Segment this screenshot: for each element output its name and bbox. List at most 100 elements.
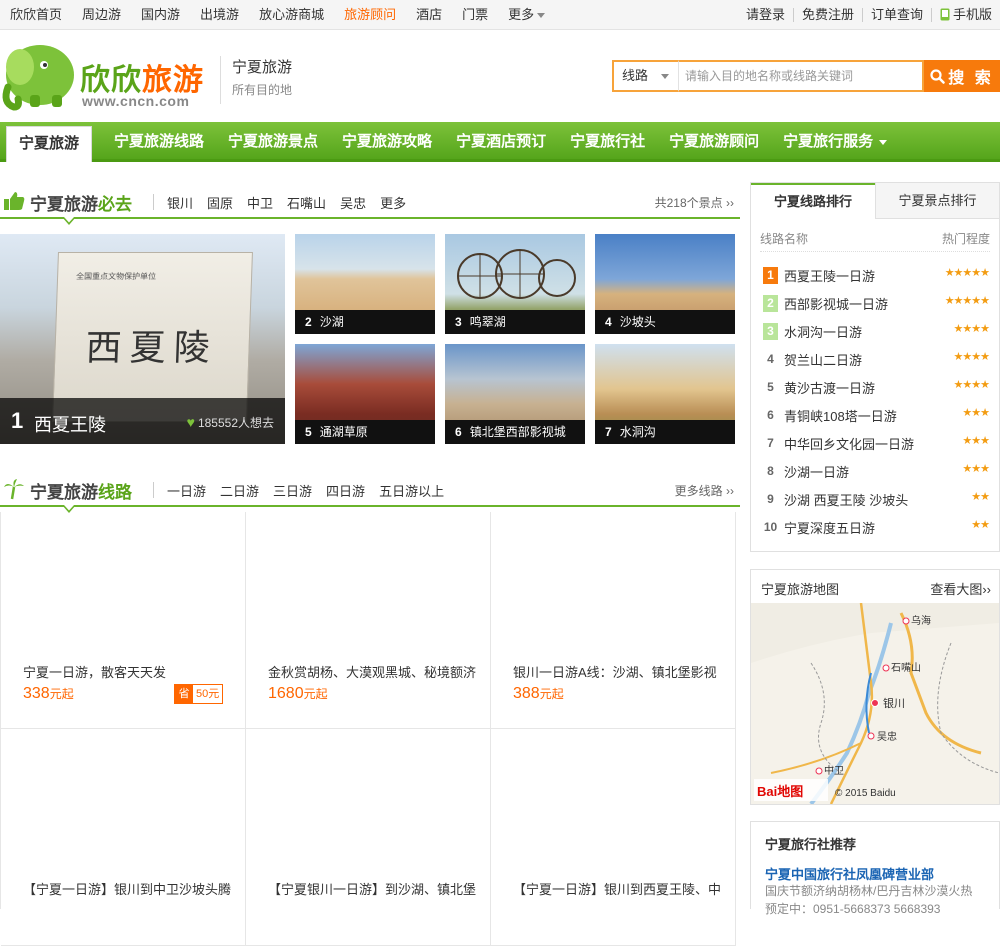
login-link[interactable]: 请登录 bbox=[738, 8, 793, 22]
rank-name[interactable]: 青铜峡108塔一日游 bbox=[784, 406, 897, 425]
search-input[interactable]: 请输入目的地名称或线路关键词 bbox=[678, 60, 924, 92]
ranking-row[interactable]: 8 沙湖一日游 ★★★ bbox=[761, 457, 990, 485]
rank-number: 6 bbox=[767, 408, 774, 422]
ranking-row[interactable]: 10 宁夏深度五日游 ★★ bbox=[761, 513, 990, 541]
nav-attractions[interactable]: 宁夏旅游景点 bbox=[216, 122, 330, 162]
route-card[interactable]: 【宁夏一日游】银川到中卫沙坡头腾 bbox=[1, 729, 246, 946]
must-see-title: 宁夏旅游必去 bbox=[30, 190, 132, 215]
city-switch[interactable]: 宁夏旅游 所有目的地 bbox=[220, 56, 292, 104]
top-link-domestic[interactable]: 国内游 bbox=[131, 0, 190, 30]
attraction-card[interactable]: 2 沙湖 bbox=[295, 234, 435, 334]
rank-name[interactable]: 沙湖一日游 bbox=[784, 462, 849, 481]
route-title[interactable]: 宁夏一日游，散客天天发 bbox=[23, 662, 238, 681]
route-title[interactable]: 【宁夏一日游】银川到中卫沙坡头腾 bbox=[23, 879, 238, 898]
attraction-caption: 5 通湖草原 bbox=[295, 420, 435, 444]
rank-name[interactable]: 贺兰山二日游 bbox=[784, 350, 862, 369]
site-logo[interactable]: 欣欣旅游 www.cncn.com bbox=[0, 37, 215, 111]
nav-advisors[interactable]: 宁夏旅游顾问 bbox=[657, 122, 771, 162]
agency-name-link[interactable]: 宁夏中国旅行社凤凰碑营业部 bbox=[765, 864, 934, 883]
route-card[interactable]: 银川一日游A线：沙湖、镇北堡影视 388元起 bbox=[491, 512, 736, 729]
attraction-card[interactable]: 4 沙坡头 bbox=[595, 234, 735, 334]
route-card[interactable]: 宁夏一日游，散客天天发 338元起 省 50元 bbox=[1, 512, 246, 729]
route-price-value: 1680 bbox=[268, 685, 304, 702]
rank-name[interactable]: 宁夏深度五日游 bbox=[784, 518, 875, 537]
tab-attraction-ranking[interactable]: 宁夏景点排行 bbox=[875, 183, 999, 219]
tab-one-day[interactable]: 一日游 bbox=[160, 481, 213, 500]
top-link-advisor[interactable]: 旅游顾问 bbox=[334, 0, 406, 30]
attractions-count-link[interactable]: 共218个景点 ›› bbox=[655, 194, 734, 211]
mobile-link[interactable]: 手机版 bbox=[930, 8, 1000, 22]
top-link-nearby[interactable]: 周边游 bbox=[72, 0, 131, 30]
tab-route-ranking[interactable]: 宁夏线路排行 bbox=[751, 183, 875, 219]
order-query-link[interactable]: 订单查询 bbox=[861, 8, 931, 22]
rank-name[interactable]: 西夏王陵一日游 bbox=[784, 266, 875, 285]
tab-three-day[interactable]: 三日游 bbox=[266, 481, 319, 500]
routes-title-b: 线路 bbox=[98, 483, 132, 502]
rank-name[interactable]: 水洞沟一日游 bbox=[784, 322, 862, 341]
route-card[interactable]: 【宁夏一日游】银川到西夏王陵、中 bbox=[491, 729, 736, 946]
top-link-mall[interactable]: 放心游商城 bbox=[249, 0, 334, 30]
nav-hotels[interactable]: 宁夏酒店预订 bbox=[444, 122, 558, 162]
tab-yinchuan[interactable]: 银川 bbox=[160, 193, 200, 212]
ranking-row[interactable]: 9 沙湖 西夏王陵 沙坡头 ★★ bbox=[761, 485, 990, 513]
nav-guides[interactable]: 宁夏旅游攻略 bbox=[330, 122, 444, 162]
top-link-more[interactable]: 更多 bbox=[498, 0, 555, 30]
tab-five-day-plus[interactable]: 五日游以上 bbox=[372, 481, 451, 500]
top-link-outbound[interactable]: 出境游 bbox=[190, 0, 249, 30]
view-large-map-link[interactable]: 查看大图›› bbox=[930, 579, 991, 598]
rank-name[interactable]: 中华回乡文化园一日游 bbox=[784, 434, 914, 453]
rank-name[interactable]: 沙湖 西夏王陵 沙坡头 bbox=[784, 490, 908, 509]
tab-more[interactable]: 更多 bbox=[373, 193, 413, 212]
nav-routes[interactable]: 宁夏旅游线路 bbox=[102, 122, 216, 162]
ranking-row[interactable]: 2 西部影视城一日游 ★★★★★ bbox=[761, 289, 990, 317]
search-button[interactable]: 搜 索 bbox=[924, 60, 1000, 92]
map-image[interactable]: 乌海 石嘴山 银川 吴忠 中卫 Bai地图 © 2015 Baidu bbox=[751, 603, 999, 804]
featured-rank: 1 bbox=[11, 408, 24, 433]
rank-name[interactable]: 黄沙古渡一日游 bbox=[784, 378, 875, 397]
tab-wuzhong[interactable]: 吴忠 bbox=[333, 193, 373, 212]
thumbs-up-icon bbox=[4, 192, 25, 210]
ranking-row[interactable]: 3 水洞沟一日游 ★★★★ bbox=[761, 317, 990, 345]
attraction-name: 沙坡头 bbox=[619, 315, 656, 329]
attraction-rank: 2 bbox=[305, 315, 312, 329]
more-routes-label: 更多线路 bbox=[674, 484, 723, 498]
top-link-home[interactable]: 欣欣首页 bbox=[0, 0, 72, 30]
ranking-row[interactable]: 6 青铜峡108塔一日游 ★★★ bbox=[761, 401, 990, 429]
city-subtitle[interactable]: 所有目的地 bbox=[232, 81, 292, 98]
nav-ningxia-travel[interactable]: 宁夏旅游 bbox=[6, 126, 93, 162]
register-link[interactable]: 免费注册 bbox=[792, 8, 862, 22]
top-bar: 欣欣首页 周边游 国内游 出境游 放心游商城 旅游顾问 酒店 门票 更多 请登录… bbox=[0, 0, 1000, 30]
route-title[interactable]: 【宁夏一日游】银川到西夏王陵、中 bbox=[513, 879, 728, 898]
tab-two-day[interactable]: 二日游 bbox=[213, 481, 266, 500]
more-routes-link[interactable]: 更多线路 ›› bbox=[675, 482, 734, 499]
ranking-row[interactable]: 1 西夏王陵一日游 ★★★★★ bbox=[761, 261, 990, 289]
routes-grid: 宁夏一日游，散客天天发 338元起 省 50元 金秋赏胡杨、大漠观黑城、秘境额济 … bbox=[0, 512, 737, 946]
route-title[interactable]: 金秋赏胡杨、大漠观黑城、秘境额济 bbox=[268, 662, 483, 681]
tab-four-day[interactable]: 四日游 bbox=[319, 481, 372, 500]
route-title[interactable]: 银川一日游A线：沙湖、镇北堡影视 bbox=[513, 662, 728, 681]
attraction-card[interactable]: 5 通湖草原 bbox=[295, 344, 435, 444]
attraction-card[interactable]: 7 水洞沟 bbox=[595, 344, 735, 444]
route-title[interactable]: 【宁夏银川一日游】到沙湖、镇北堡 bbox=[268, 879, 483, 898]
route-card[interactable]: 【宁夏银川一日游】到沙湖、镇北堡 bbox=[246, 729, 491, 946]
attraction-card[interactable]: 3 鸣翠湖 bbox=[445, 234, 585, 334]
top-link-hotel[interactable]: 酒店 bbox=[406, 0, 452, 30]
tab-zhongwei[interactable]: 中卫 bbox=[240, 193, 280, 212]
ranking-row[interactable]: 7 中华回乡文化园一日游 ★★★ bbox=[761, 429, 990, 457]
top-link-tickets[interactable]: 门票 bbox=[452, 0, 498, 30]
star-rating: ★★★ bbox=[962, 407, 990, 419]
discount-badge-label: 省 bbox=[175, 685, 193, 703]
ranking-row[interactable]: 4 贺兰山二日游 ★★★★ bbox=[761, 345, 990, 373]
attraction-rank: 4 bbox=[605, 315, 612, 329]
attraction-card[interactable]: 6 镇北堡西部影视城 bbox=[445, 344, 585, 444]
rank-name[interactable]: 西部影视城一日游 bbox=[784, 294, 888, 313]
ranking-row[interactable]: 5 黄沙古渡一日游 ★★★★ bbox=[761, 373, 990, 401]
star-rating: ★★ bbox=[971, 519, 990, 531]
route-card[interactable]: 金秋赏胡杨、大漠观黑城、秘境额济 1680元起 bbox=[246, 512, 491, 729]
nav-services[interactable]: 宁夏旅行服务 bbox=[771, 122, 899, 162]
search-type-select[interactable]: 线路 bbox=[612, 60, 678, 92]
tab-shizuishan[interactable]: 石嘴山 bbox=[280, 193, 333, 212]
attraction-card-featured[interactable]: 全国重点文物保护单位 西夏陵 1 西夏王陵 ♥ 185552人想去 bbox=[0, 234, 285, 444]
nav-agencies[interactable]: 宁夏旅行社 bbox=[558, 122, 657, 162]
tab-guyuan[interactable]: 固原 bbox=[200, 193, 240, 212]
